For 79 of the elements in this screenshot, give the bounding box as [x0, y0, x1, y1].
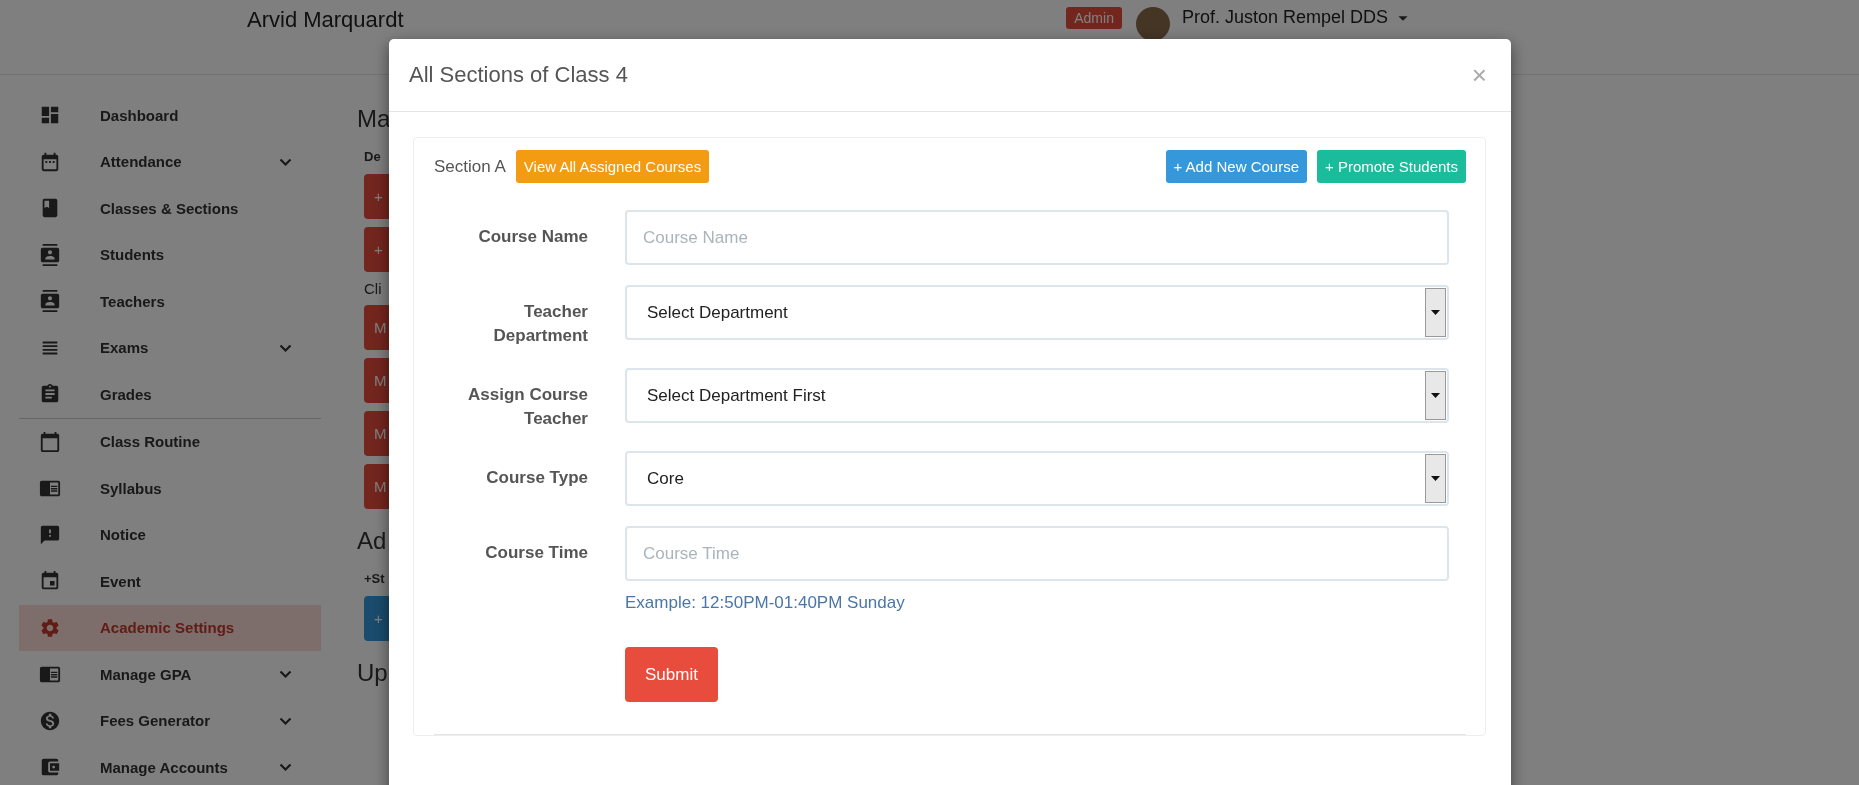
section-heading: Ad — [357, 527, 388, 555]
caret-icon — [1425, 371, 1446, 420]
close-button[interactable]: × — [1467, 59, 1491, 91]
chevron-down-icon — [279, 670, 292, 679]
sidebar-label: Fees Generator — [100, 712, 212, 730]
hint-text: Cli — [364, 280, 383, 297]
help-text: Example: 12:50PM-01:40PM Sunday — [625, 593, 906, 613]
sidebar-label: Exams — [100, 339, 150, 357]
sidebar-label: Manage GPA — [100, 665, 193, 683]
role-badge: Admin — [1066, 7, 1122, 29]
calendar-icon — [39, 430, 61, 453]
sidebar-label: Academic Settings — [100, 619, 236, 637]
select-field[interactable]: Core — [625, 451, 1449, 506]
sidebar-label: Manage Accounts — [100, 758, 229, 776]
action-button[interactable]: + — [364, 227, 389, 272]
select-field[interactable]: Select Department First — [625, 368, 1449, 423]
gear-icon — [39, 616, 61, 639]
sidebar-item[interactable]: Classes & Sections — [19, 185, 321, 232]
field-label: Assign Course Teacher — [467, 384, 588, 430]
avatar[interactable] — [1135, 7, 1170, 41]
sidebar-item[interactable]: Students — [19, 231, 321, 278]
submit-button[interactable]: Submit — [625, 647, 718, 702]
sidebar-label: Notice — [100, 526, 147, 544]
action-button[interactable]: M — [364, 305, 389, 350]
sidebar-item[interactable]: Dashboard — [19, 92, 321, 139]
sidebar-label: Syllabus — [100, 479, 163, 497]
profile-menu[interactable]: Prof. Juston Rempel DDS — [1181, 7, 1388, 28]
sidebar-item[interactable]: Manage Accounts — [19, 744, 321, 785]
sidebar-item[interactable]: Notice — [19, 511, 321, 558]
sidebar-item[interactable]: Academic Settings — [19, 604, 321, 651]
sidebar-label: Class Routine — [100, 433, 202, 451]
chevron-down-icon — [279, 157, 292, 166]
sidebar-label: Grades — [100, 385, 153, 403]
chevron-down-icon — [279, 763, 292, 772]
field-label: +St — [364, 571, 386, 586]
caret-icon — [1425, 288, 1446, 337]
sidebar-label: Classes & Sections — [100, 199, 240, 217]
chevron-down-icon — [279, 343, 292, 352]
field-label: Course Name — [477, 226, 588, 248]
input-field[interactable]: Course Time — [625, 526, 1449, 581]
contact-card-icon — [39, 243, 61, 266]
exclamation-bubble-icon — [39, 523, 61, 546]
user-name: Arvid Marquardt — [247, 7, 405, 33]
sidebar-item[interactable]: Fees Generator — [19, 697, 321, 744]
select-field[interactable]: Select Department — [625, 285, 1449, 340]
action-button[interactable]: M — [364, 411, 389, 456]
action-button[interactable]: + — [364, 596, 389, 641]
sidebar-label: Students — [100, 246, 166, 264]
sidebar-label: Dashboard — [100, 106, 180, 124]
sidebar-label: Teachers — [100, 292, 166, 310]
sidebar-item[interactable]: Teachers — [19, 278, 321, 325]
action-button[interactable]: M — [364, 358, 389, 403]
caret-icon — [1425, 454, 1446, 503]
section-heading: Ma — [357, 105, 389, 133]
dollar-icon — [39, 709, 61, 732]
sidebar-item[interactable]: Exams — [19, 324, 321, 371]
sidebar-item[interactable]: Attendance — [19, 138, 321, 185]
action-button[interactable]: + — [364, 174, 389, 219]
action-button[interactable]: + Add New Course — [1165, 150, 1307, 183]
sidebar-item[interactable]: Manage GPA — [19, 651, 321, 698]
action-button[interactable]: + Promote Students — [1317, 150, 1466, 183]
sidebar-item[interactable]: Event — [19, 558, 321, 605]
section-label: Section A — [434, 156, 506, 177]
chevron-down-icon — [279, 716, 292, 725]
modal-title: All Sections of Class 4 — [409, 62, 629, 88]
sidebar-label: Event — [100, 572, 142, 590]
sidebar-item[interactable]: Grades — [19, 371, 321, 418]
contact-card-icon — [39, 290, 61, 313]
input-field[interactable]: Course Name — [625, 210, 1449, 265]
sidebar-item[interactable]: Class Routine — [19, 418, 321, 465]
sidebar-label: Attendance — [100, 153, 183, 171]
field-label: De — [364, 149, 382, 164]
field-label: Teacher Department — [492, 301, 588, 347]
sidebar-item[interactable]: Syllabus — [19, 465, 321, 512]
field-label: Course Type — [485, 467, 588, 489]
section-heading: Up — [357, 659, 389, 687]
field-label: Course Time — [484, 542, 588, 564]
calendar-icon — [39, 150, 61, 173]
action-button[interactable]: M — [364, 464, 389, 509]
